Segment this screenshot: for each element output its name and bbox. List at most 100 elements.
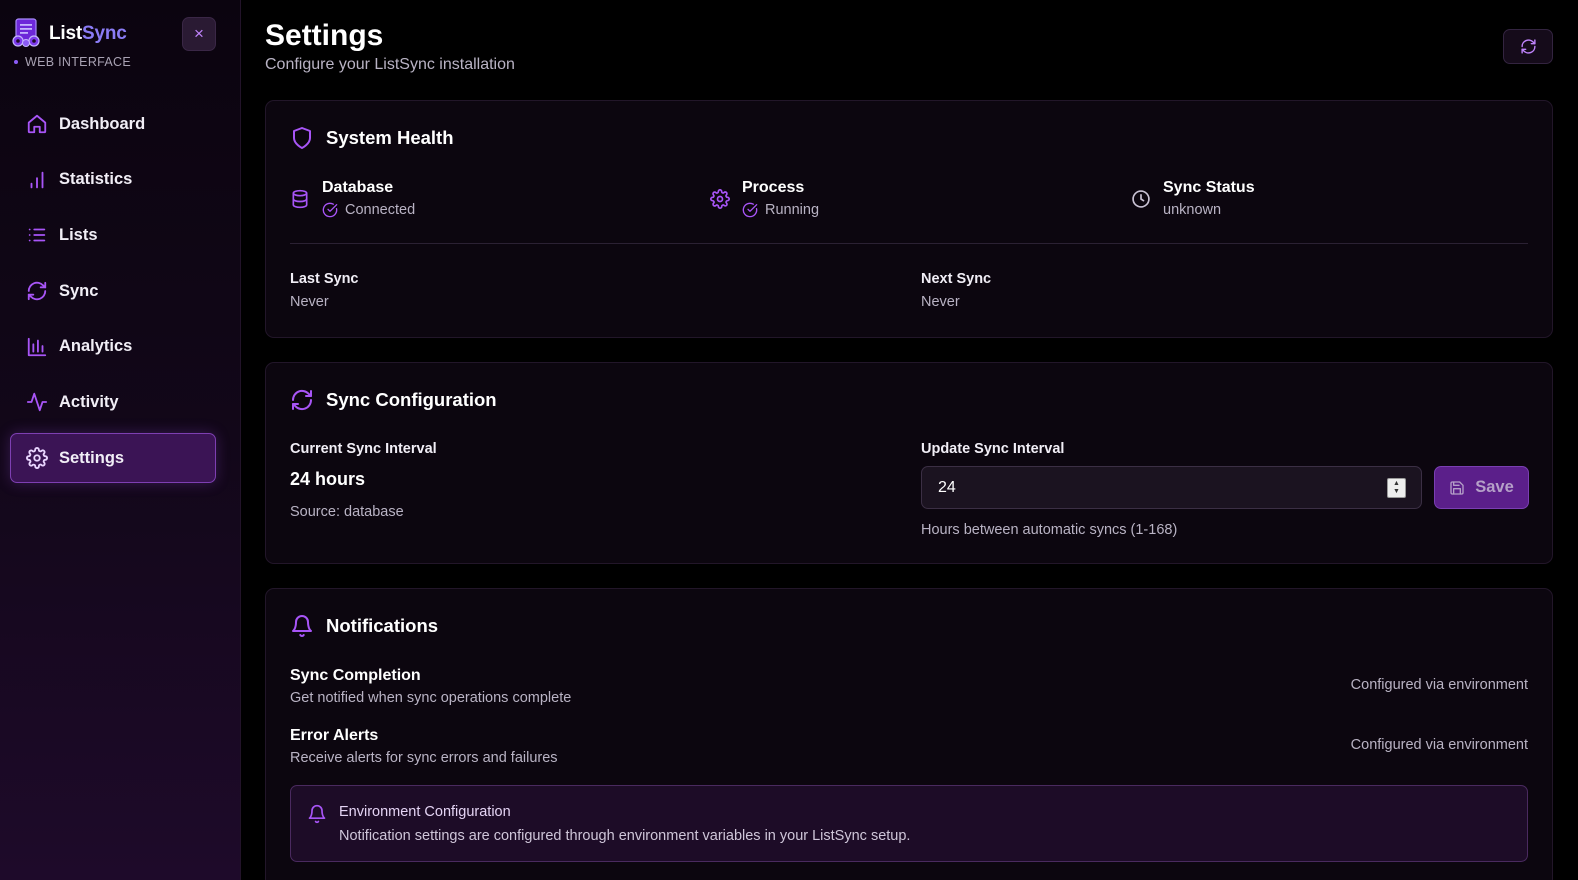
gear-icon <box>26 447 48 470</box>
refresh-icon <box>26 280 48 302</box>
refresh-icon <box>290 388 314 412</box>
sidebar-item-statistics[interactable]: Statistics <box>10 155 216 205</box>
environment-config-notice: Environment Configuration Notification s… <box>290 785 1528 862</box>
next-sync-label: Next Sync <box>921 271 992 287</box>
check-circle-icon <box>742 202 758 218</box>
sidebar: ListSync WEB INTERFACE × Dashboard Stati… <box>0 0 241 880</box>
status-dot <box>14 59 18 64</box>
notification-title: Sync Completion <box>290 667 421 684</box>
notification-config-status: Configured via environment <box>1350 737 1528 753</box>
health-item-status: unknown <box>1163 202 1255 218</box>
analytics-chart-icon <box>26 336 48 358</box>
save-button[interactable]: Save <box>1434 466 1529 509</box>
card-header: Notifications <box>290 614 438 638</box>
bell-icon <box>290 614 314 638</box>
health-item-process: Process Running <box>710 179 819 218</box>
home-icon <box>26 113 48 135</box>
sync-interval-input-value: 24 <box>938 478 956 496</box>
sidebar-nav: Dashboard Statistics Lists Sync Analytic… <box>10 99 216 489</box>
sync-interval-hint: Hours between automatic syncs (1-168) <box>921 522 1178 538</box>
environment-config-title: Environment Configuration <box>339 804 511 820</box>
health-item-database: Database Connected <box>290 179 415 218</box>
page-title: Settings <box>265 19 384 52</box>
sidebar-item-lists[interactable]: Lists <box>10 210 216 260</box>
last-sync-value: Never <box>290 294 329 310</box>
health-item-status: Connected <box>322 202 415 218</box>
card-title: Notifications <box>326 615 439 636</box>
health-item-status-text: Connected <box>345 202 416 218</box>
brand-name: ListSync <box>49 23 127 45</box>
sidebar-item-label: Sync <box>59 281 99 300</box>
database-icon <box>290 189 310 209</box>
sidebar-item-sync[interactable]: Sync <box>10 266 216 316</box>
notification-config-status: Configured via environment <box>1350 677 1528 693</box>
next-sync: Next Sync Never <box>921 271 991 310</box>
activity-icon <box>26 391 48 413</box>
chevron-down-icon[interactable]: ▼ <box>1393 488 1400 496</box>
sync-configuration-card: Sync Configuration Current Sync Interval… <box>265 362 1553 564</box>
last-sync-label: Last Sync <box>290 271 359 287</box>
list-icon <box>26 224 48 246</box>
health-item-name: Database <box>322 179 394 196</box>
bar-chart-icon <box>26 169 48 191</box>
current-sync-interval: Current Sync Interval <box>290 441 437 457</box>
sync-interval-source: Source: database <box>290 504 404 520</box>
brand-subtitle-text: WEB INTERFACE <box>25 55 131 69</box>
notification-error-alerts: Error Alerts Receive alerts for sync err… <box>290 727 1528 766</box>
chevron-up-icon[interactable]: ▲ <box>1393 480 1400 488</box>
bell-icon <box>307 804 327 824</box>
page-subtitle: Configure your ListSync installation <box>265 56 515 73</box>
close-sidebar-button[interactable]: × <box>182 17 216 51</box>
brand-subtitle: WEB INTERFACE <box>14 55 131 69</box>
current-sync-interval-value: 24 hours <box>290 469 366 489</box>
sidebar-item-label: Analytics <box>59 337 133 356</box>
notifications-card: Notifications Sync Completion Get notifi… <box>265 588 1553 880</box>
refresh-button[interactable] <box>1503 29 1553 64</box>
health-item-status-text: unknown <box>1163 202 1222 218</box>
check-circle-icon <box>322 202 338 218</box>
card-title: System Health <box>326 127 454 148</box>
shield-icon <box>290 126 314 150</box>
next-sync-value: Never <box>921 294 960 310</box>
brand-name-part2: Sync <box>81 23 127 44</box>
sidebar-item-label: Activity <box>59 392 119 411</box>
system-health-card: System Health Database Connected Process… <box>265 100 1553 338</box>
clock-icon <box>1131 189 1151 209</box>
sidebar-item-dashboard[interactable]: Dashboard <box>10 99 216 149</box>
number-spinner[interactable]: ▲ ▼ <box>1387 478 1406 498</box>
sidebar-item-settings[interactable]: Settings <box>10 433 216 484</box>
card-header: System Health <box>290 126 454 150</box>
brand[interactable]: ListSync WEB INTERFACE <box>10 18 131 74</box>
sidebar-item-activity[interactable]: Activity <box>10 377 216 427</box>
health-item-status: Running <box>742 202 819 218</box>
brand-name-part1: List <box>49 23 82 44</box>
main-content: Settings Configure your ListSync install… <box>241 0 1578 880</box>
notification-description: Receive alerts for sync errors and failu… <box>290 750 558 766</box>
last-sync: Last Sync Never <box>290 271 359 310</box>
sync-interval-input[interactable]: 24 ▲ ▼ <box>921 466 1422 509</box>
sidebar-item-label: Statistics <box>59 170 133 189</box>
sidebar-item-analytics[interactable]: Analytics <box>10 322 216 372</box>
save-button-label: Save <box>1475 478 1514 496</box>
divider <box>290 243 1528 244</box>
health-item-name: Sync Status <box>1163 179 1255 196</box>
health-item-status-text: Running <box>765 202 820 218</box>
listsync-logo-icon <box>10 18 42 48</box>
refresh-icon <box>1520 38 1537 55</box>
notification-sync-completion: Sync Completion Get notified when sync o… <box>290 667 1528 706</box>
close-icon: × <box>194 24 204 43</box>
sidebar-item-label: Settings <box>59 448 125 467</box>
card-header: Sync Configuration <box>290 388 497 412</box>
health-item-sync-status: Sync Status unknown <box>1131 179 1255 218</box>
notification-title: Error Alerts <box>290 727 379 744</box>
sidebar-item-label: Lists <box>59 225 98 244</box>
gear-icon <box>710 189 730 209</box>
card-title: Sync Configuration <box>326 389 497 410</box>
save-icon <box>1449 480 1465 496</box>
notification-description: Get notified when sync operations comple… <box>290 690 572 706</box>
environment-config-description: Notification settings are configured thr… <box>339 828 911 844</box>
update-sync-interval-label: Update Sync Interval <box>921 441 1065 457</box>
sidebar-item-label: Dashboard <box>59 114 146 133</box>
health-item-name: Process <box>742 179 805 196</box>
update-sync-interval: Update Sync Interval <box>921 441 1064 457</box>
